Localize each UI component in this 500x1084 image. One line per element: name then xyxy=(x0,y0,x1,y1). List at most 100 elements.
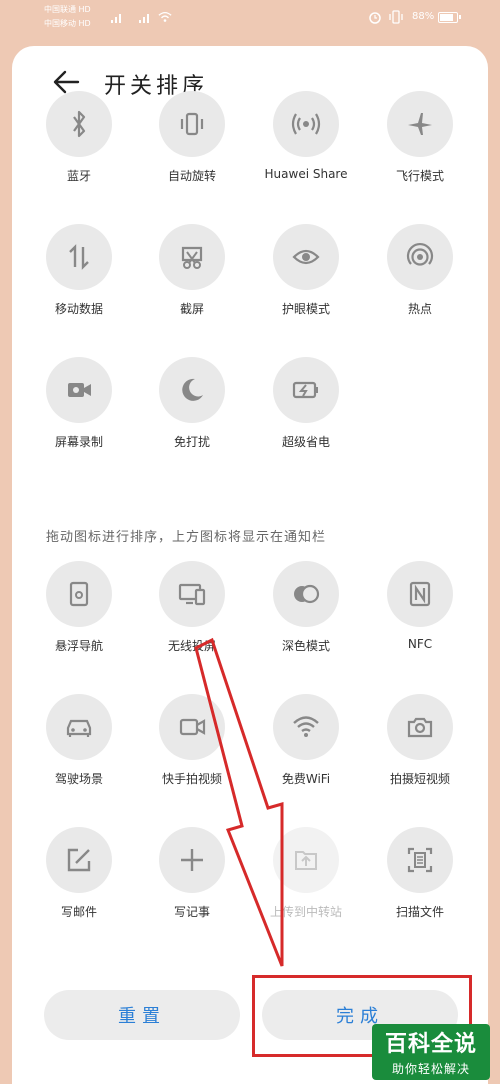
screenshot-icon xyxy=(181,246,203,269)
wifi-icon xyxy=(293,716,319,737)
switch-label: 移动数据 xyxy=(54,302,103,316)
bottom-switch-item[interactable]: 拍摄短视频 xyxy=(365,694,475,787)
top-switch-item[interactable]: 超级省电 xyxy=(251,357,361,450)
switch-label: 超级省电 xyxy=(281,435,330,449)
switch-icon-circle[interactable] xyxy=(159,561,225,627)
camera-icon xyxy=(407,717,433,738)
car-icon xyxy=(66,719,92,737)
status-bar: 中国联通 HD 中国移动 HD 88% xyxy=(0,0,500,36)
bluetooth-icon xyxy=(73,110,86,138)
reset-button[interactable]: 重置 xyxy=(44,990,240,1040)
watermark-logo: 百科全说 助你轻松解决 xyxy=(372,1024,490,1080)
bottom-switch-item[interactable]: 无线投屏 xyxy=(137,561,247,654)
battery-saver-icon xyxy=(292,381,318,399)
top-switch-item[interactable]: 移动数据 xyxy=(24,224,134,317)
switch-label: 截屏 xyxy=(179,302,204,316)
top-switch-item[interactable]: 截屏 xyxy=(137,224,247,317)
switch-icon-circle[interactable] xyxy=(159,357,225,423)
switch-icon-circle[interactable] xyxy=(159,827,225,893)
switch-icon-circle[interactable] xyxy=(387,561,453,627)
eye-icon xyxy=(292,249,320,265)
wireless-projection-icon xyxy=(178,583,206,606)
switch-label: 自动旋转 xyxy=(167,169,216,183)
switch-icon-circle[interactable] xyxy=(46,91,112,157)
top-switch-item[interactable]: 蓝牙 xyxy=(24,91,134,184)
switch-label: 屏幕录制 xyxy=(54,435,103,449)
switch-icon-circle[interactable] xyxy=(46,561,112,627)
airplane-icon xyxy=(408,113,432,135)
switch-label: 拍摄短视频 xyxy=(389,772,450,786)
switch-icon-circle[interactable] xyxy=(387,827,453,893)
switch-icon-circle[interactable] xyxy=(46,694,112,760)
auto-rotate-icon xyxy=(180,112,204,136)
bottom-switch-item[interactable]: 驾驶场景 xyxy=(24,694,134,787)
switch-label: 上传到中转站 xyxy=(269,905,342,919)
bottom-switch-item[interactable]: 悬浮导航 xyxy=(24,561,134,654)
battery-icon xyxy=(438,12,461,23)
floating-nav-icon xyxy=(69,581,89,607)
nfc-icon xyxy=(409,581,431,607)
switch-label: NFC xyxy=(407,637,433,651)
switch-icon-circle[interactable] xyxy=(273,827,339,893)
switch-icon-circle[interactable] xyxy=(273,357,339,423)
bottom-switch-item[interactable]: 写邮件 xyxy=(24,827,134,920)
top-switch-item[interactable]: 护眼模式 xyxy=(251,224,361,317)
switch-icon-circle[interactable] xyxy=(46,827,112,893)
switch-label: 免打扰 xyxy=(173,435,210,449)
switch-icon-circle[interactable] xyxy=(46,357,112,423)
battery-percent: 88% xyxy=(412,11,435,22)
top-switch-item[interactable]: 屏幕录制 xyxy=(24,357,134,450)
switch-icon-circle[interactable] xyxy=(273,224,339,290)
switch-label: 飞行模式 xyxy=(395,169,444,183)
switch-label: 无线投屏 xyxy=(167,639,216,653)
switch-icon-circle[interactable] xyxy=(159,91,225,157)
top-switch-item[interactable]: 热点 xyxy=(365,224,475,317)
top-switch-item[interactable]: 免打扰 xyxy=(137,357,247,450)
switch-label: 蓝牙 xyxy=(66,169,91,183)
signal-icon xyxy=(111,14,121,23)
dark-mode-icon xyxy=(294,584,320,604)
bottom-switch-item[interactable]: NFC xyxy=(365,561,475,651)
vibrate-icon xyxy=(389,10,403,24)
switch-icon-circle[interactable] xyxy=(159,224,225,290)
bottom-switch-item[interactable]: 写记事 xyxy=(137,827,247,920)
hotspot-icon xyxy=(406,242,434,266)
switch-label: 深色模式 xyxy=(281,639,330,653)
switch-label: 快手拍视频 xyxy=(161,772,222,786)
edit-mail-icon xyxy=(67,848,91,872)
switch-icon-circle[interactable] xyxy=(387,91,453,157)
moon-icon xyxy=(182,378,203,401)
alarm-icon xyxy=(369,12,381,24)
switch-label: 驾驶场景 xyxy=(54,772,103,786)
top-switch-item[interactable]: 自动旋转 xyxy=(137,91,247,184)
bottom-switch-item[interactable]: 深色模式 xyxy=(251,561,361,654)
switch-label: 扫描文件 xyxy=(395,905,444,919)
switch-label: 写记事 xyxy=(173,905,210,919)
watermark-title: 百科全说 xyxy=(384,1032,477,1057)
top-switch-item[interactable]: Huawei Share xyxy=(251,91,361,181)
switch-label: 悬浮导航 xyxy=(54,639,103,653)
switch-label: 免费WiFi xyxy=(281,772,331,786)
bottom-switch-item[interactable]: 上传到中转站 xyxy=(251,827,361,920)
screen-record-icon xyxy=(68,383,91,397)
switch-label: 护眼模式 xyxy=(281,302,330,316)
switch-icon-circle[interactable] xyxy=(387,694,453,760)
top-switch-item[interactable]: 飞行模式 xyxy=(365,91,475,184)
switch-icon-circle[interactable] xyxy=(46,224,112,290)
switch-label: 写邮件 xyxy=(60,905,97,919)
switch-label: Huawei Share xyxy=(264,167,348,181)
upload-folder-icon xyxy=(295,851,317,870)
signal-icon-2 xyxy=(139,14,149,23)
switch-icon-circle[interactable] xyxy=(273,694,339,760)
bottom-switch-item[interactable]: 快手拍视频 xyxy=(137,694,247,787)
switch-icon-circle[interactable] xyxy=(387,224,453,290)
switch-icon-circle[interactable] xyxy=(273,91,339,157)
switch-label: 热点 xyxy=(407,302,432,316)
sort-hint: 拖动图标进行排序，上方图标将显示在通知栏 xyxy=(46,530,327,545)
bottom-switch-item[interactable]: 扫描文件 xyxy=(365,827,475,920)
switch-icon-circle[interactable] xyxy=(159,694,225,760)
switch-icon-circle[interactable] xyxy=(273,561,339,627)
bottom-switch-item[interactable]: 免费WiFi xyxy=(251,694,361,787)
switch-order-panel: 开关排序 蓝牙 自动旋转 Huawei Share 飞行模式 移动数据 截屏 护眼模式 热点屏… xyxy=(12,46,488,1084)
mobile-data-icon xyxy=(69,244,89,270)
